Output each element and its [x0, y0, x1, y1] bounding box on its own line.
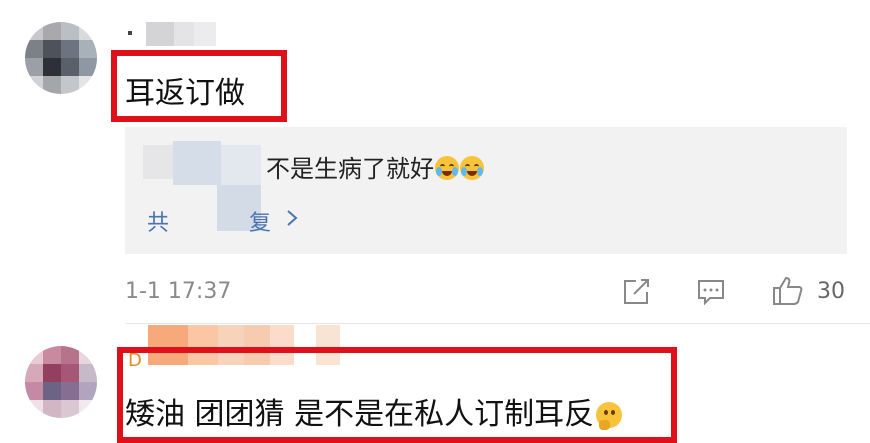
- view-replies-label-start: 共: [147, 211, 170, 236]
- comment-text: 矮油 团团猜 是不是在私人订制耳反: [125, 389, 623, 433]
- divider: [125, 323, 870, 324]
- comment-icon[interactable]: [696, 278, 726, 306]
- username-fragment: D: [128, 350, 142, 371]
- like-count: 30: [817, 279, 845, 304]
- laugh-cry-emoji: [435, 156, 459, 180]
- avatar[interactable]: [25, 346, 97, 418]
- comment-timestamp: 1-1 17:37: [125, 279, 232, 304]
- like-icon[interactable]: [771, 275, 805, 307]
- laugh-cry-emoji: [460, 156, 484, 180]
- reply-text-content: 不是生病了就好: [266, 155, 434, 183]
- comment-text-content: 矮油 团团猜 是不是在私人订制耳反: [125, 397, 595, 432]
- thinking-emoji: [596, 402, 623, 430]
- view-replies-label-end: 复: [249, 211, 272, 236]
- chevron-right-icon: [287, 210, 298, 226]
- reply-text: 不是生病了就好: [266, 149, 484, 184]
- reply-panel[interactable]: 不是生病了就好 共 复: [125, 127, 847, 254]
- avatar[interactable]: [25, 22, 97, 94]
- share-icon[interactable]: [622, 278, 652, 306]
- comment-text: 耳返订做: [125, 76, 245, 111]
